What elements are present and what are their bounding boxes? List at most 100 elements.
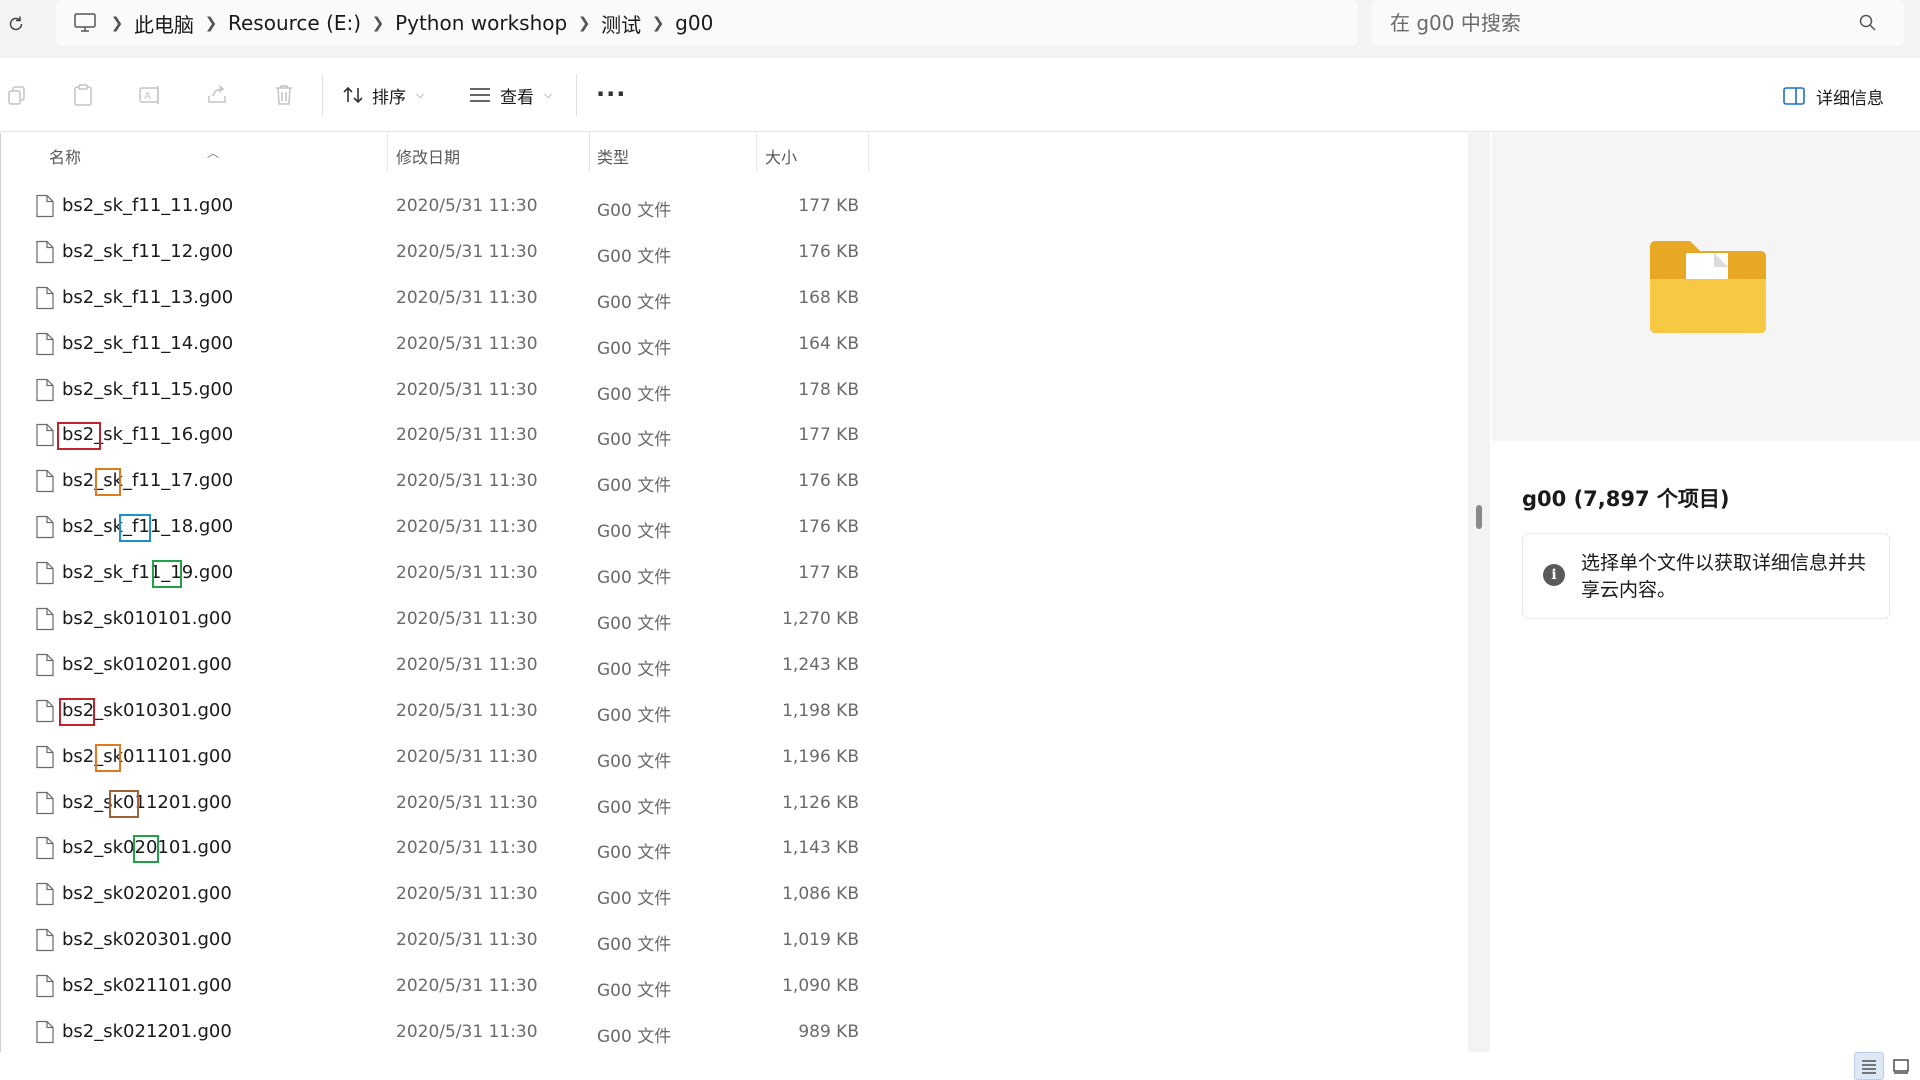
file-name[interactable]: bs2_sk010201.g00 bbox=[62, 654, 232, 675]
chevron-right-icon[interactable]: ❯ bbox=[194, 14, 228, 32]
column-header-name[interactable]: 名称 bbox=[49, 144, 81, 168]
file-name[interactable]: bs2_sk020201.g00 bbox=[62, 883, 232, 904]
chevron-right-icon[interactable]: ❯ bbox=[361, 14, 395, 32]
file-name[interactable]: bs2_sk_f11_11.g00 bbox=[62, 195, 233, 216]
column-header-size[interactable]: 大小 bbox=[765, 144, 797, 168]
table-row[interactable]: bs2_sk_f11_15.g00 2020/5/31 11:30 G00 文件 17… bbox=[1, 369, 869, 415]
file-name[interactable]: bs2_sk010301.g00 bbox=[62, 700, 232, 721]
table-row[interactable]: bs2_sk020101.g00 2020/5/31 11:30 G00 文件 1,1… bbox=[1, 827, 869, 873]
file-type: G00 文件 bbox=[597, 568, 672, 589]
sort-icon bbox=[343, 86, 363, 104]
large-icons-view-icon[interactable] bbox=[1886, 1052, 1916, 1080]
file-name[interactable]: bs2_sk020101.g00 bbox=[62, 837, 232, 858]
rename-icon[interactable]: A bbox=[137, 82, 163, 108]
file-name[interactable]: bs2_sk_f11_14.g00 bbox=[62, 333, 233, 354]
file-name[interactable]: bs2_sk_f11_16.g00 bbox=[62, 424, 233, 445]
breadcrumb-this-pc[interactable]: 此电脑 bbox=[134, 9, 194, 38]
sort-button[interactable]: 排序 ⌵ bbox=[342, 78, 424, 112]
file-size: 1,126 KB bbox=[782, 792, 859, 813]
table-row[interactable]: bs2_sk_f11_14.g00 2020/5/31 11:30 G00 文件 16… bbox=[1, 323, 869, 369]
table-row[interactable]: bs2_sk_f11_16.g00 2020/5/31 11:30 G00 文件 17… bbox=[1, 414, 869, 460]
column-header-type[interactable]: 类型 bbox=[597, 144, 629, 168]
file-date: 2020/5/31 11:30 bbox=[396, 746, 538, 767]
file-size: 1,019 KB bbox=[782, 930, 859, 951]
file-name[interactable]: bs2_sk_f11_15.g00 bbox=[62, 379, 233, 400]
table-row[interactable]: bs2_sk_f11_12.g00 2020/5/31 11:30 G00 文件 17… bbox=[1, 231, 869, 277]
file-icon bbox=[35, 1020, 55, 1044]
file-date: 2020/5/31 11:30 bbox=[396, 241, 538, 262]
file-name[interactable]: bs2_sk010101.g00 bbox=[62, 608, 232, 629]
table-row[interactable]: bs2_sk010301.g00 2020/5/31 11:30 G00 文件 1,1… bbox=[1, 690, 869, 736]
table-row[interactable]: bs2_sk020301.g00 2020/5/31 11:30 G00 文件 1,0… bbox=[1, 919, 869, 965]
computer-icon[interactable] bbox=[70, 8, 100, 38]
delete-icon[interactable] bbox=[271, 82, 297, 108]
file-date: 2020/5/31 11:30 bbox=[396, 287, 538, 308]
file-icon bbox=[35, 745, 55, 769]
search-box[interactable] bbox=[1372, 0, 1904, 46]
column-divider[interactable] bbox=[756, 133, 757, 171]
chevron-right-icon[interactable]: ❯ bbox=[100, 14, 134, 32]
table-row[interactable]: bs2_sk010101.g00 2020/5/31 11:30 G00 文件 1,2… bbox=[1, 598, 869, 644]
file-type: G00 文件 bbox=[597, 292, 672, 313]
search-icon[interactable] bbox=[1858, 13, 1878, 33]
file-type: G00 文件 bbox=[597, 797, 672, 818]
column-header-date[interactable]: 修改日期 bbox=[396, 144, 460, 168]
file-name[interactable]: bs2_sk011201.g00 bbox=[62, 792, 232, 813]
file-name[interactable]: bs2_sk021201.g00 bbox=[62, 1021, 232, 1042]
more-options-button[interactable]: ··· bbox=[596, 80, 626, 108]
file-size: 176 KB bbox=[798, 471, 859, 492]
info-icon: i bbox=[1543, 564, 1565, 586]
file-date: 2020/5/31 11:30 bbox=[396, 471, 538, 492]
file-name[interactable]: bs2_sk_f11_18.g00 bbox=[62, 516, 233, 537]
table-row[interactable]: bs2_sk_f11_18.g00 2020/5/31 11:30 G00 文件 17… bbox=[1, 506, 869, 552]
breadcrumb-resource-e[interactable]: Resource (E:) bbox=[228, 11, 361, 35]
file-name[interactable]: bs2_sk011101.g00 bbox=[62, 746, 232, 767]
file-name[interactable]: bs2_sk_f11_12.g00 bbox=[62, 241, 233, 262]
file-date: 2020/5/31 11:30 bbox=[396, 1022, 538, 1043]
table-row[interactable]: bs2_sk_f11_11.g00 2020/5/31 11:30 G00 文件 17… bbox=[1, 185, 869, 231]
table-row[interactable]: bs2_sk_f11_17.g00 2020/5/31 11:30 G00 文件 17… bbox=[1, 460, 869, 506]
column-divider[interactable] bbox=[589, 133, 590, 171]
breadcrumb-g00[interactable]: g00 bbox=[675, 11, 713, 35]
table-row[interactable]: bs2_sk010201.g00 2020/5/31 11:30 G00 文件 1,2… bbox=[1, 644, 869, 690]
paste-icon[interactable] bbox=[70, 82, 96, 108]
file-name[interactable]: bs2_sk021101.g00 bbox=[62, 975, 232, 996]
file-icon bbox=[35, 791, 55, 815]
table-row[interactable]: bs2_sk020201.g00 2020/5/31 11:30 G00 文件 1,0… bbox=[1, 873, 869, 919]
view-button[interactable]: 查看 ⌵ bbox=[468, 78, 552, 112]
table-row[interactable]: bs2_sk011201.g00 2020/5/31 11:30 G00 文件 1,1… bbox=[1, 782, 869, 828]
scrollbar-thumb[interactable] bbox=[1476, 505, 1482, 529]
table-row[interactable]: bs2_sk021201.g00 2020/5/31 11:30 G00 文件 989… bbox=[1, 1011, 869, 1057]
column-divider[interactable] bbox=[387, 133, 388, 171]
file-name[interactable]: bs2_sk_f11_17.g00 bbox=[62, 470, 233, 491]
refresh-icon[interactable] bbox=[4, 12, 28, 36]
table-row[interactable]: bs2_sk011101.g00 2020/5/31 11:30 G00 文件 1,1… bbox=[1, 736, 869, 782]
share-icon[interactable] bbox=[204, 82, 230, 108]
file-icon bbox=[35, 332, 55, 356]
file-name[interactable]: bs2_sk020301.g00 bbox=[62, 929, 232, 950]
table-row[interactable]: bs2_sk_f11_19.g00 2020/5/31 11:30 G00 文件 17… bbox=[1, 552, 869, 598]
details-view-icon[interactable] bbox=[1854, 1052, 1884, 1080]
search-input[interactable] bbox=[1390, 9, 1850, 37]
breadcrumb-test[interactable]: 测试 bbox=[601, 9, 641, 38]
file-icon bbox=[35, 836, 55, 860]
scrollbar[interactable] bbox=[1468, 133, 1490, 1052]
chevron-right-icon[interactable]: ❯ bbox=[567, 14, 601, 32]
file-size: 989 KB bbox=[798, 1022, 859, 1043]
file-name[interactable]: bs2_sk_f11_19.g00 bbox=[62, 562, 233, 583]
table-row[interactable]: bs2_sk_f11_13.g00 2020/5/31 11:30 G00 文件 16… bbox=[1, 277, 869, 323]
table-row[interactable]: bs2_sk021101.g00 2020/5/31 11:30 G00 文件 1,0… bbox=[1, 965, 869, 1011]
file-type: G00 文件 bbox=[597, 476, 672, 497]
copy-icon[interactable] bbox=[4, 82, 30, 108]
file-date: 2020/5/31 11:30 bbox=[396, 884, 538, 905]
address-bar[interactable]: ❯ 此电脑 ❯ Resource (E:) ❯ Python workshop … bbox=[56, 0, 1358, 46]
chevron-right-icon[interactable]: ❯ bbox=[641, 14, 675, 32]
column-divider[interactable] bbox=[868, 133, 869, 171]
breadcrumb-python-workshop[interactable]: Python workshop bbox=[395, 11, 567, 35]
file-icon bbox=[35, 699, 55, 723]
chevron-down-icon: ⌵ bbox=[416, 88, 425, 101]
details-pane-button[interactable]: 详细信息 bbox=[1782, 82, 1884, 110]
file-name[interactable]: bs2_sk_f11_13.g00 bbox=[62, 287, 233, 308]
file-type: G00 文件 bbox=[597, 246, 672, 267]
file-date: 2020/5/31 11:30 bbox=[396, 930, 538, 951]
